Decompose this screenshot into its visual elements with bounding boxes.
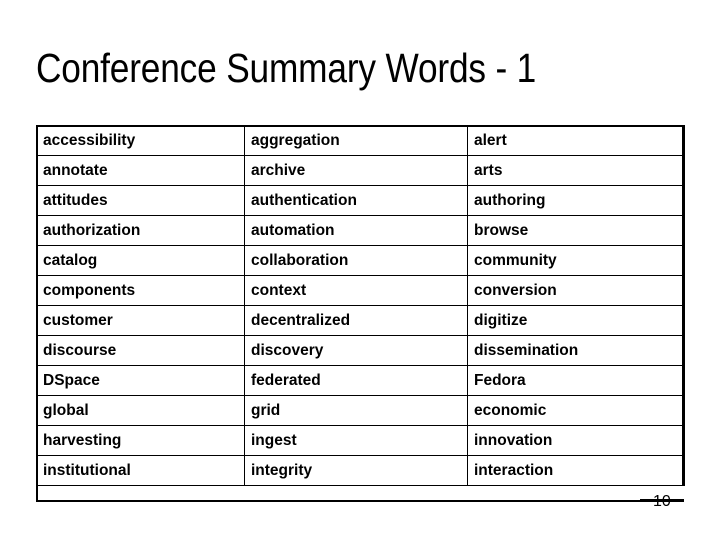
- table-row: components context conversion: [36, 275, 685, 306]
- word-table-body: accessibility aggregation alert annotate arc…: [36, 125, 685, 486]
- table-cell: annotate: [36, 155, 245, 186]
- table-cell: economic: [467, 395, 685, 426]
- table-cell: harvesting: [36, 425, 245, 456]
- table-cell: integrity: [244, 455, 468, 486]
- table-cell: authorization: [36, 215, 245, 246]
- page-title: Conference Summary Words - 1: [36, 45, 537, 91]
- table-cell: automation: [244, 215, 468, 246]
- table-row: discourse discovery dissemination: [36, 335, 685, 366]
- table-cell: authentication: [244, 185, 468, 216]
- word-table: accessibility aggregation alert annotate arc…: [36, 125, 685, 486]
- page-number: 10: [653, 493, 671, 510]
- table-cell: collaboration: [244, 245, 468, 276]
- table-cell: global: [36, 395, 245, 426]
- table-cell: alert: [467, 125, 685, 156]
- table-cell: DSpace: [36, 365, 245, 396]
- table-row: catalog collaboration community: [36, 245, 685, 276]
- table-cell: browse: [467, 215, 685, 246]
- table-cell: digitize: [467, 305, 685, 336]
- table-row: accessibility aggregation alert: [36, 125, 685, 156]
- table-cell: decentralized: [244, 305, 468, 336]
- table-row: DSpace federated Fedora: [36, 365, 685, 396]
- table-row: customer decentralized digitize: [36, 305, 685, 336]
- table-cell: Fedora: [467, 365, 685, 396]
- table-row: attitudes authentication authoring: [36, 185, 685, 216]
- table-row: institutional integrity interaction: [36, 455, 685, 486]
- table-cell: conversion: [467, 275, 685, 306]
- table-cell: attitudes: [36, 185, 245, 216]
- table-cell: ingest: [244, 425, 468, 456]
- table-row: authorization automation browse: [36, 215, 685, 246]
- table-cell: grid: [244, 395, 468, 426]
- table-cell: arts: [467, 155, 685, 186]
- slide-canvas: Conference Summary Words - 1 accessibili…: [0, 0, 720, 540]
- table-cell: accessibility: [36, 125, 245, 156]
- table-cell: federated: [244, 365, 468, 396]
- table-row: harvesting ingest innovation: [36, 425, 685, 456]
- table-row: annotate archive arts: [36, 155, 685, 186]
- table-cell: community: [467, 245, 685, 276]
- table-cell: interaction: [467, 455, 685, 486]
- table-cell: discovery: [244, 335, 468, 366]
- table-cell: catalog: [36, 245, 245, 276]
- table-cell: innovation: [467, 425, 685, 456]
- table-cell: discourse: [36, 335, 245, 366]
- table-row: global grid economic: [36, 395, 685, 426]
- table-cell: aggregation: [244, 125, 468, 156]
- table-cell: authoring: [467, 185, 685, 216]
- table-cell: context: [244, 275, 468, 306]
- table-cell: components: [36, 275, 245, 306]
- table-cell: institutional: [36, 455, 245, 486]
- table-cell: customer: [36, 305, 245, 336]
- table-cell: archive: [244, 155, 468, 186]
- table-cell: dissemination: [467, 335, 685, 366]
